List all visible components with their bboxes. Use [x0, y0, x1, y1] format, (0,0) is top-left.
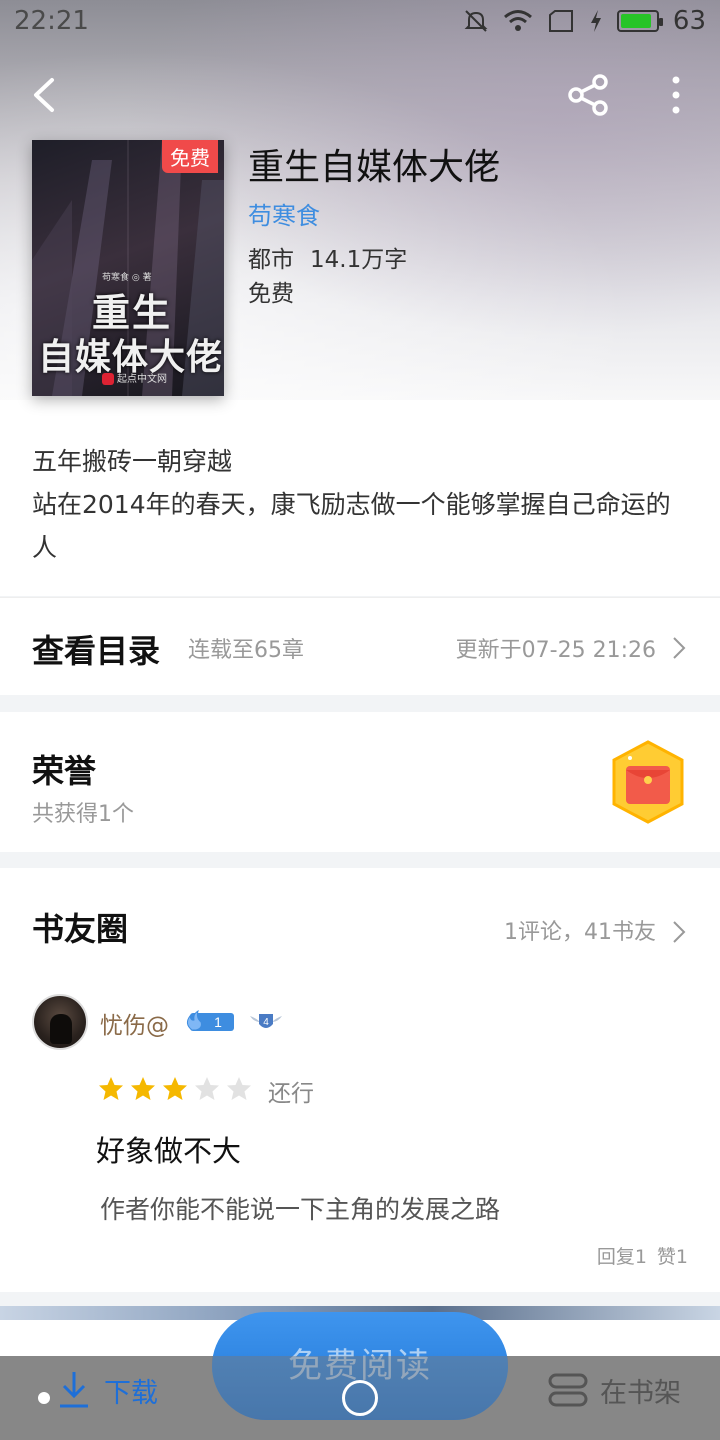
- fan-level-text: 1: [214, 1014, 222, 1030]
- fan-level-badge: 1: [186, 1010, 234, 1031]
- book-cover[interactable]: 免费 苟寒食 ◎ 著 重生 自媒体大佬 起点中文网: [32, 140, 224, 396]
- book-circle-section: 书友圈 1评论，41书友 忧伤@ 1 4 还行 好象做不大 作者你能不能说一下主…: [0, 868, 720, 1292]
- mute-icon: [464, 10, 488, 32]
- intro-line-1: 五年搬砖一朝穿越: [32, 447, 233, 476]
- avatar[interactable]: [32, 994, 88, 1050]
- honor-section[interactable]: 荣誉 共获得1个: [0, 712, 720, 852]
- status-time: 22:21: [14, 6, 89, 36]
- bookshelf-icon: [548, 1373, 588, 1407]
- star-filled-icon: [163, 1077, 187, 1100]
- red-packet-badge-icon: [612, 740, 684, 824]
- honor-title: 荣誉: [32, 752, 97, 790]
- cover-publisher: 起点中文网: [102, 370, 167, 385]
- toc-progress: 连载至65章: [188, 638, 304, 663]
- toc-title: 查看目录: [32, 632, 161, 670]
- book-title: 重生自媒体大佬: [248, 147, 501, 188]
- review-meta: 回复1 赞1: [597, 1242, 688, 1269]
- book-category: 都市: [248, 247, 294, 273]
- intro-line-2: 站在2014年的春天，康飞励志做一个能够掌握自己命运的人: [32, 490, 671, 562]
- shelf-label: 在书架: [600, 1377, 681, 1409]
- rank-wings-badge: 4: [250, 1014, 282, 1028]
- star-filled-icon: [131, 1077, 155, 1100]
- review-body[interactable]: 作者你能不能说一下主角的发展之路: [100, 1190, 500, 1226]
- download-label: 下载: [104, 1377, 158, 1409]
- on-shelf-button[interactable]: 在书架: [548, 1360, 681, 1420]
- share-icon[interactable]: [564, 70, 614, 120]
- nav-dot-icon[interactable]: [38, 1392, 50, 1404]
- download-icon: [60, 1372, 88, 1408]
- wifi-icon: [503, 10, 532, 31]
- download-button[interactable]: 下载: [56, 1360, 158, 1420]
- battery-level: 63: [672, 6, 706, 36]
- top-bar: [0, 60, 720, 130]
- circle-stats[interactable]: 1评论，41书友: [504, 914, 656, 946]
- screen-icon: [548, 10, 573, 32]
- book-word-count: 14.1万字: [310, 247, 408, 273]
- charging-icon: [590, 10, 601, 32]
- review-username[interactable]: 忧伤@: [100, 1006, 169, 1040]
- rating-label: 还行: [268, 1081, 314, 1107]
- battery-icon: [616, 10, 663, 32]
- star-empty-icon: [227, 1077, 251, 1100]
- back-icon[interactable]: [22, 70, 72, 120]
- like-count[interactable]: 赞1: [657, 1246, 688, 1268]
- home-nav-icon[interactable]: [342, 1380, 378, 1416]
- toc-row[interactable]: 查看目录 连载至65章 更新于07-25 21:26: [0, 597, 720, 695]
- reply-count[interactable]: 回复1: [597, 1246, 647, 1268]
- chevron-right-icon[interactable]: [672, 920, 686, 944]
- book-price: 免费: [248, 281, 294, 307]
- book-intro[interactable]: 五年搬砖一朝穿越 站在2014年的春天，康飞励志做一个能够掌握自己命运的人: [0, 400, 720, 596]
- star-empty-icon: [195, 1077, 219, 1100]
- star-filled-icon: [99, 1077, 123, 1100]
- rank-text: 4: [263, 1017, 269, 1028]
- circle-title: 书友圈: [32, 910, 129, 948]
- free-badge: 免费: [162, 140, 218, 173]
- chevron-right-icon: [673, 637, 686, 659]
- book-meta: 都市 14.1万字: [248, 240, 407, 274]
- book-author-link[interactable]: 苟寒食: [248, 196, 320, 231]
- cover-publisher-name: 起点中文网: [117, 374, 167, 385]
- more-icon[interactable]: [658, 70, 694, 120]
- publisher-logo-icon: [102, 373, 114, 385]
- rating-stars: [98, 1076, 252, 1102]
- status-bar: 22:21 63: [0, 0, 720, 44]
- review-title[interactable]: 好象做不大: [96, 1128, 241, 1170]
- honor-count: 共获得1个: [32, 802, 134, 827]
- toc-updated: 更新于07-25 21:26: [455, 638, 656, 663]
